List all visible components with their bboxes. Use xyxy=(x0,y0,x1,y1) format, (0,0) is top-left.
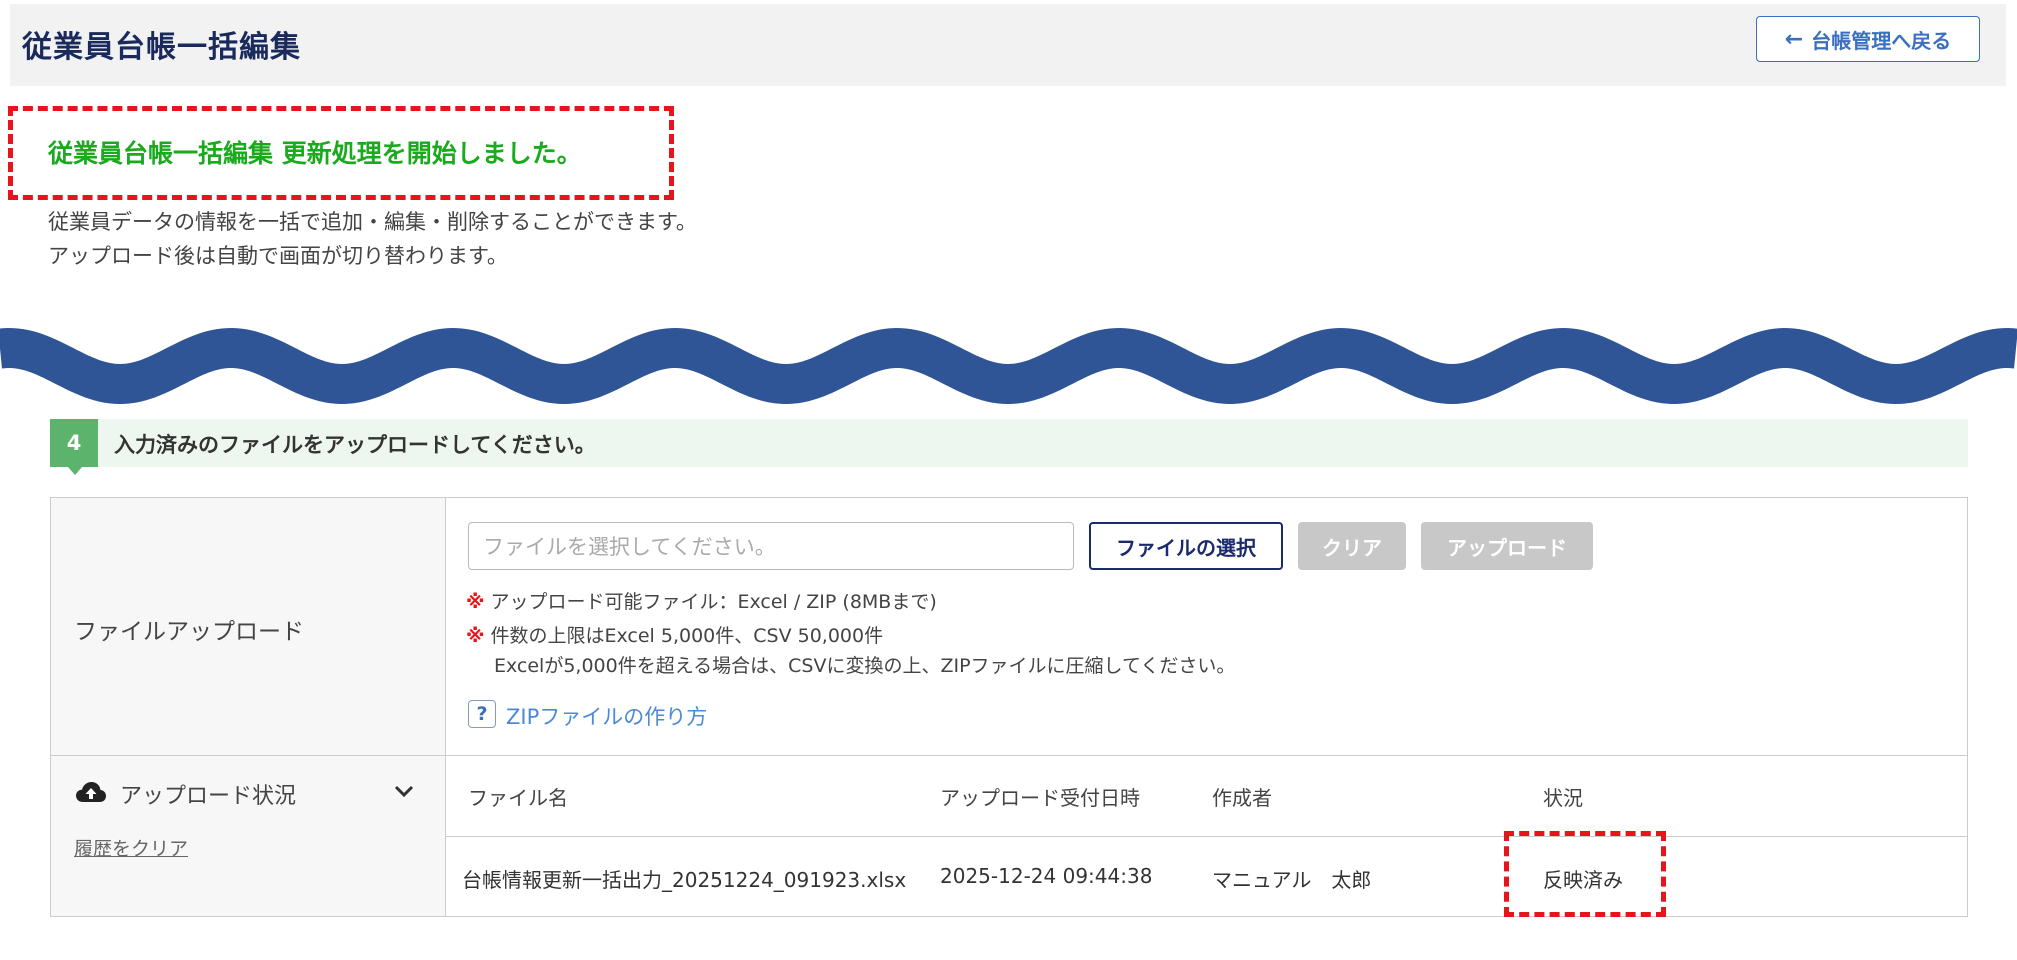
page-title: 従業員台帳一括編集 xyxy=(22,30,301,65)
column-header-status: 状況 xyxy=(1543,786,1583,810)
table-header-divider xyxy=(446,836,1967,837)
step-instruction: 入力済みのファイルをアップロードしてください。 xyxy=(114,433,596,457)
upload-status-title: アップロード状況 xyxy=(120,784,297,809)
upload-note-zip: Excelが5,000件を超える場合は、CSVに変換の上、ZIPファイルに圧縮し… xyxy=(494,655,1236,677)
upload-note-limits: ※ 件数の上限はExcel 5,000件、CSV 50,000件 xyxy=(466,621,883,648)
note-text: 件数の上限はExcel 5,000件、CSV 50,000件 xyxy=(490,625,884,647)
page-header xyxy=(10,4,2006,86)
back-button-label: 台帳管理へ戻る xyxy=(1811,28,1952,53)
clear-history-link[interactable]: 履歴をクリア xyxy=(74,834,188,861)
status-highlight-frame xyxy=(1504,831,1666,917)
column-header-received-at: アップロード受付日時 xyxy=(940,786,1140,810)
column-divider xyxy=(445,498,446,916)
select-file-button[interactable]: ファイルの選択 xyxy=(1089,522,1283,570)
note-mark: ※ xyxy=(466,591,485,613)
cloud-upload-icon xyxy=(76,782,106,802)
arrow-left-icon: ← xyxy=(1784,26,1804,52)
description-line-1: 従業員データの情報を一括で追加・編集・削除することができます。 xyxy=(48,210,697,234)
cell-file-name: 台帳情報更新一括出力_20251224_091923.xlsx xyxy=(462,868,907,892)
upload-note-file-types: ※ アップロード可能ファイル：Excel / ZIP (8MBまで) xyxy=(466,587,937,614)
cell-creator: マニュアル 太郎 xyxy=(1212,868,1372,892)
column-header-creator: 作成者 xyxy=(1212,786,1272,810)
help-icon[interactable]: ? xyxy=(468,700,496,728)
upload-button[interactable]: アップロード xyxy=(1421,522,1593,570)
back-to-ledger-button[interactable]: ← 台帳管理へ戻る xyxy=(1756,16,1980,62)
description-line-2: アップロード後は自動で画面が切り替わります。 xyxy=(48,244,508,268)
wave-divider xyxy=(0,328,2017,405)
step-badge-pointer xyxy=(68,467,82,475)
success-notice: 従業員台帳一括編集 更新処理を開始しました。 xyxy=(48,139,582,168)
zip-howto-link[interactable]: ZIPファイルの作り方 xyxy=(506,701,707,731)
clear-button[interactable]: クリア xyxy=(1298,522,1406,570)
chevron-down-icon[interactable] xyxy=(393,784,415,798)
note-text: アップロード可能ファイル：Excel / ZIP (8MBまで) xyxy=(490,591,937,613)
note-mark: ※ xyxy=(466,625,485,647)
column-header-file-name: ファイル名 xyxy=(468,786,568,810)
cell-received-at: 2025-12-24 09:44:38 xyxy=(940,864,1153,888)
file-upload-label: ファイルアップロード xyxy=(74,619,304,645)
file-path-input[interactable]: ファイルを選択してください。 xyxy=(468,522,1074,570)
step-number-badge: 4 xyxy=(50,419,98,467)
row-divider xyxy=(51,755,1967,756)
